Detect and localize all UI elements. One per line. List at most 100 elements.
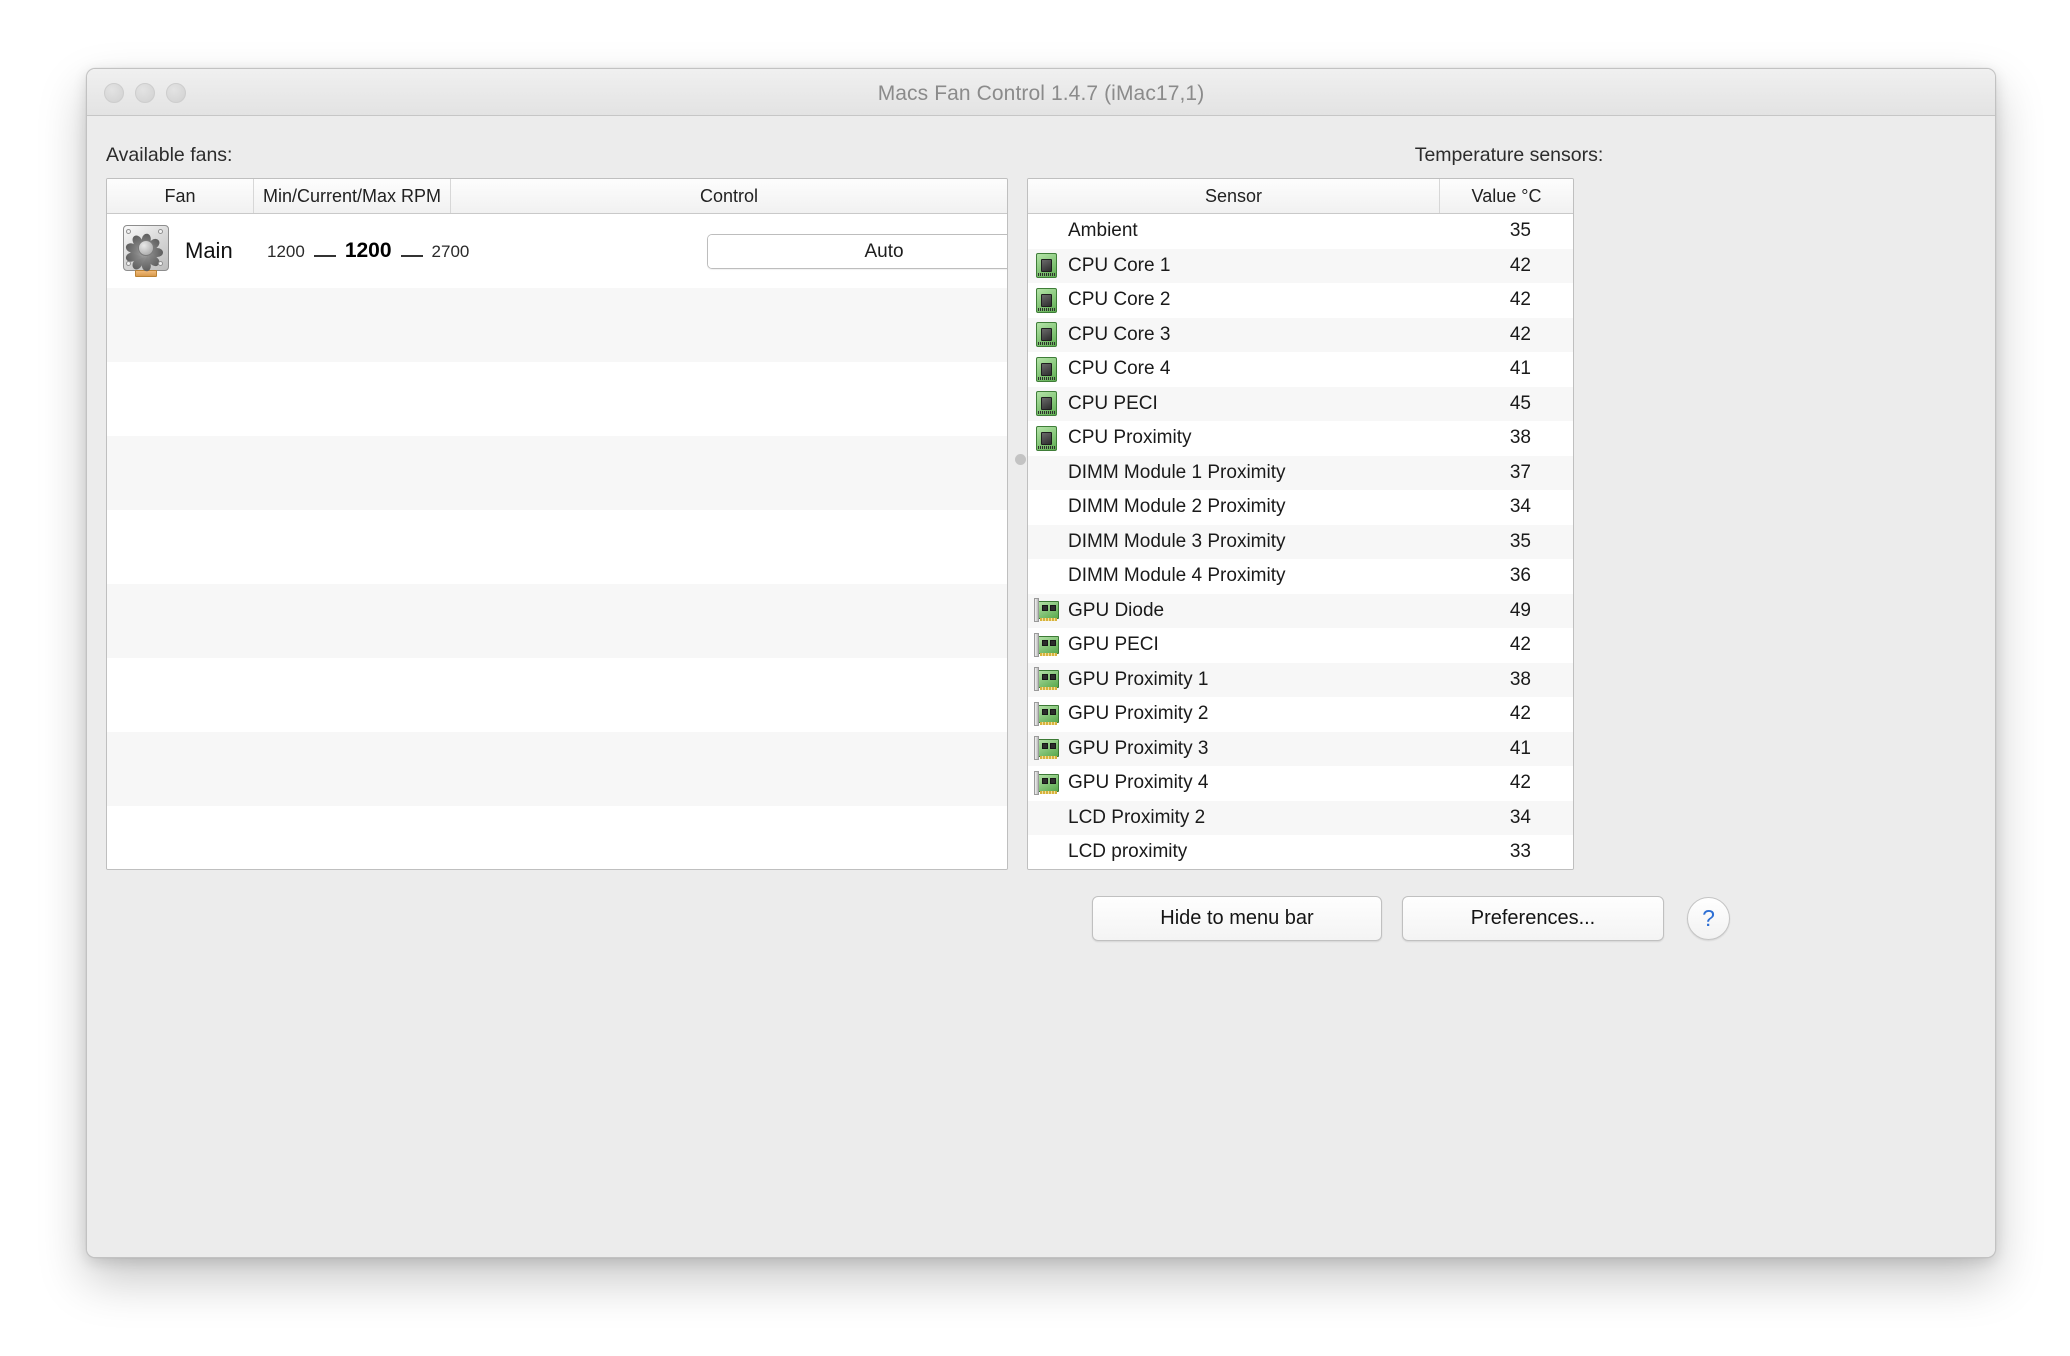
sensor-name: GPU Proximity 1 [1068,668,1209,690]
fan-row-empty [107,510,1007,584]
app-window: Macs Fan Control 1.4.7 (iMac17,1) Availa… [86,68,1996,1258]
sensor-row[interactable]: CPU Core 1 42 [1028,248,1573,283]
hide-to-menu-bar-button[interactable]: Hide to menu bar [1092,896,1382,941]
sensor-row[interactable]: LCD Proximity 2 34 [1028,800,1573,835]
fan-min-rpm: 1200 [267,242,305,261]
cpu-icon [1033,390,1060,417]
sensor-name: CPU Core 4 [1068,358,1171,380]
fans-table-header: Fan Min/Current/Max RPM Control [107,179,1007,214]
sensor-row[interactable]: CPU Core 4 41 [1028,352,1573,387]
sensor-row[interactable]: DIMM Module 2 Proximity 34 [1028,490,1573,525]
sensor-row[interactable]: DIMM Module 1 Proximity 37 [1028,455,1573,490]
sensor-value: 42 [1509,289,1531,311]
sensor-row[interactable]: GPU Proximity 4 42 [1028,766,1573,801]
gpu-icon [1033,701,1060,728]
help-button[interactable]: ? [1687,897,1730,940]
sensor-name: CPU Core 2 [1068,289,1171,311]
gpu-icon [1033,770,1060,797]
fan-row-empty [107,806,1007,869]
sensor-name: DIMM Module 3 Proximity [1068,530,1286,552]
sensor-name: GPU Proximity 4 [1068,772,1209,794]
sensor-name: CPU Core 1 [1068,254,1171,276]
sensor-value: 42 [1509,323,1531,345]
title-bar: Macs Fan Control 1.4.7 (iMac17,1) [87,69,1995,116]
sensor-name: DIMM Module 4 Proximity [1068,565,1286,587]
sensor-row[interactable]: Platform Controller Hub Die38 [1028,870,1573,871]
gpu-icon [1033,597,1060,624]
sensor-value: 42 [1509,634,1531,656]
sensor-value: 41 [1509,358,1531,380]
gpu-icon [1033,632,1060,659]
sensor-value: 34 [1509,496,1531,518]
sensor-value: 42 [1509,254,1531,276]
cpu-icon [1033,425,1060,452]
sensor-row[interactable]: DIMM Module 4 Proximity 36 [1028,559,1573,594]
sensor-name: DIMM Module 1 Proximity [1068,461,1286,483]
sensor-value: 42 [1509,703,1531,725]
fan-name: Main [185,238,233,263]
sensor-row[interactable]: CPU Core 2 42 [1028,283,1573,318]
sensor-row[interactable]: GPU PECI 42 [1028,628,1573,663]
sensor-name: GPU Proximity 2 [1068,703,1209,725]
cpu-icon [1033,356,1060,383]
fan-row-empty [107,288,1007,362]
sensors-table-body: Ambient 35 CPU Core 1 42 CPU Core 2 42 CPU Cor… [1028,214,1573,871]
sensor-name: CPU Core 3 [1068,323,1171,345]
fan-current-rpm: 1200 [344,239,392,262]
sensor-name: CPU PECI [1068,392,1158,414]
fan-rpm-readout: 1200 1200 2700 [267,239,469,263]
sensors-table-header: Sensor Value °C [1028,179,1573,214]
sensor-name: GPU Diode [1068,599,1165,621]
sensor-row[interactable]: CPU Core 3 42 [1028,317,1573,352]
sensor-value: 37 [1509,461,1531,483]
sensor-name: GPU PECI [1068,634,1159,656]
preferences-button[interactable]: Preferences... [1402,896,1664,941]
fan-max-rpm: 2700 [431,242,470,261]
sensor-row[interactable]: GPU Proximity 2 42 [1028,697,1573,732]
sensor-row[interactable]: GPU Proximity 3 41 [1028,731,1573,766]
sensor-value: 35 [1509,530,1531,552]
sensor-row[interactable]: LCD proximity 33 [1028,835,1573,869]
sensor-name: LCD proximity [1068,841,1188,863]
panel-splitter-handle[interactable] [1015,454,1026,465]
sensor-row[interactable]: CPU Proximity 38 [1028,421,1573,456]
sensor-row[interactable]: GPU Diode 49 [1028,593,1573,628]
gpu-icon [1033,735,1060,762]
sensors-table: Sensor Value °C Ambient 35 CPU Core 1 42 CPU… [1027,178,1574,870]
gpu-icon [1033,666,1060,693]
column-header-value: Value °C [1471,185,1542,206]
cpu-icon [1033,252,1060,279]
sensor-row[interactable]: GPU Proximity 1 38 [1028,662,1573,697]
sensor-name: CPU Proximity [1068,427,1192,449]
window-title: Macs Fan Control 1.4.7 (iMac17,1) [877,82,1205,105]
column-header-rpm: Min/Current/Max RPM [254,179,451,213]
sensor-row[interactable]: Ambient 35 [1028,214,1573,249]
rpm-dash [313,255,336,257]
temperature-sensors-label: Temperature sensors: [1414,144,1604,166]
sensor-name: DIMM Module 2 Proximity [1068,496,1286,518]
sensor-row[interactable]: DIMM Module 3 Proximity 35 [1028,524,1573,559]
column-header-fan: Fan [107,179,254,213]
available-fans-label: Available fans: [106,144,233,166]
fan-row-empty [107,584,1007,658]
window-body: Available fans: Temperature sensors: Fan… [87,116,1995,1257]
sensor-name: Ambient [1068,220,1138,242]
fan-control-segmented: AutoBased on GPU Diode [707,234,1007,269]
fans-table: Fan Min/Current/Max RPM Control Main 1200… [106,178,1008,870]
sensor-value: 34 [1509,806,1531,828]
fan-row-empty [107,436,1007,510]
cpu-icon [1033,321,1060,348]
fan-row[interactable]: Main 1200 1200 2700 AutoBased on GPU Diode [107,214,1007,288]
sensor-value: 41 [1509,737,1531,759]
fan-icon [121,225,171,277]
fan-row-empty [107,362,1007,436]
control-segment-auto[interactable]: Auto [708,235,1007,268]
sensor-value: 45 [1509,392,1531,414]
cpu-icon [1033,287,1060,314]
sensor-name: LCD Proximity 2 [1068,806,1206,828]
sensor-value: 35 [1509,220,1531,242]
sensor-value: 36 [1509,565,1531,587]
sensor-row[interactable]: CPU PECI 45 [1028,386,1573,421]
sensor-name: GPU Proximity 3 [1068,737,1209,759]
column-header-sensor: Sensor [1028,179,1440,213]
